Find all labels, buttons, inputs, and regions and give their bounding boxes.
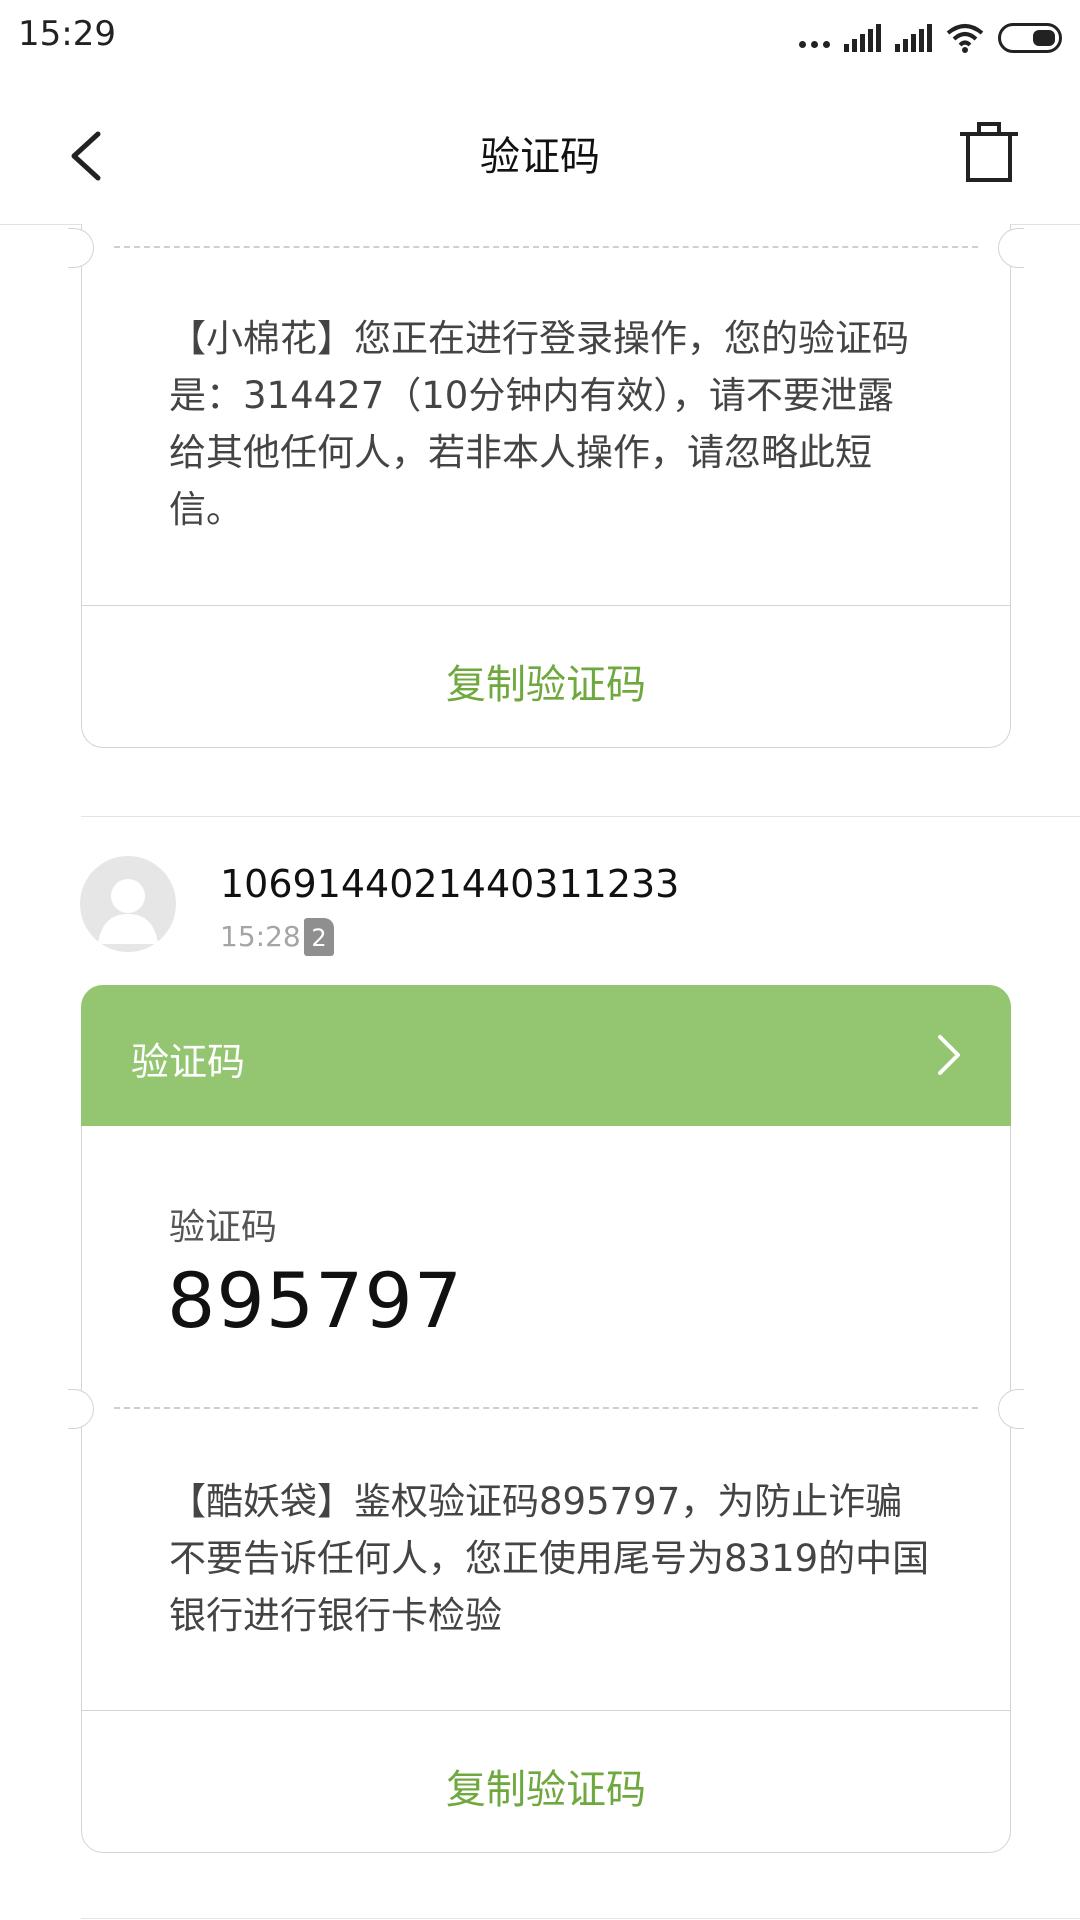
sender-number: 1069144021440311233	[220, 862, 680, 906]
dashed-divider	[114, 1407, 978, 1409]
card-notch	[68, 228, 94, 268]
verification-code[interactable]: 895797	[167, 1256, 463, 1345]
card-title: 验证码	[131, 1040, 246, 1084]
message-text[interactable]: 【酷妖袋】鉴权验证码895797，为防止诈骗不要告诉任何人，您正使用尾号为831…	[169, 1473, 930, 1644]
wifi-icon	[946, 24, 984, 53]
message-card: 【小棉花】您正在进行登录操作，您的验证码是：314427（10分钟内有效），请不…	[68, 224, 1024, 748]
card-notch	[998, 1389, 1024, 1429]
status-bar: 15:29	[0, 0, 1080, 80]
trash-icon	[960, 122, 1018, 182]
signal-icon	[844, 24, 881, 52]
chevron-right-icon	[938, 1035, 960, 1075]
more-dots-icon	[799, 40, 830, 48]
message-separator	[81, 816, 1080, 817]
battery-icon	[998, 23, 1062, 53]
divider	[82, 605, 1010, 606]
sms-screen: 15:29 验证码 【小棉花】您正在进行登录操作，您的验证码是：314427（1…	[0, 0, 1080, 1920]
code-label: 验证码	[169, 1207, 278, 1248]
delete-button[interactable]	[954, 116, 1024, 186]
status-icons	[799, 18, 1062, 58]
copy-code-button[interactable]: 复制验证码	[82, 1757, 1010, 1815]
status-time: 15:29	[18, 14, 116, 54]
page-title: 验证码	[480, 134, 600, 180]
copy-code-button[interactable]: 复制验证码	[82, 652, 1010, 710]
avatar-icon	[98, 879, 158, 944]
avatar[interactable]	[80, 856, 176, 952]
signal-icon	[895, 24, 932, 52]
message-time: 15:28	[220, 920, 301, 953]
header-bar: 验证码	[0, 80, 1080, 225]
card-notch	[998, 228, 1024, 268]
card-notch	[68, 1389, 94, 1429]
card-header[interactable]: 验证码	[81, 985, 1011, 1126]
message-text[interactable]: 【小棉花】您正在进行登录操作，您的验证码是：314427（10分钟内有效），请不…	[169, 310, 930, 538]
divider	[82, 1710, 1010, 1711]
message-separator	[81, 1918, 1080, 1919]
dashed-divider	[114, 246, 978, 248]
sim-badge: 2	[304, 918, 334, 956]
verification-card: 验证码 验证码 895797 【酷妖袋】鉴权验证码895797，为防止诈骗不要告…	[68, 985, 1024, 1853]
